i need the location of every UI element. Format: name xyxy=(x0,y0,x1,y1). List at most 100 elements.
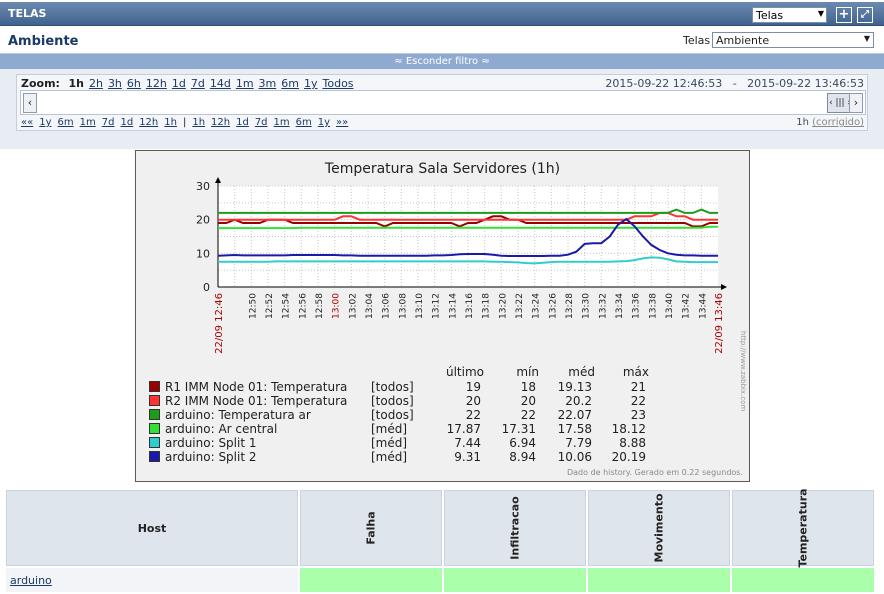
y-tick-label: 20 xyxy=(196,214,210,227)
legend-item-function: [méd] xyxy=(371,450,408,464)
y-tick-label: 10 xyxy=(196,247,210,260)
nav-back-option[interactable]: 1h xyxy=(164,117,177,128)
nav-back-option[interactable]: 7d xyxy=(102,117,115,128)
screens-title: TELAS xyxy=(8,7,47,20)
nav-back-option[interactable]: 1m xyxy=(80,117,96,128)
fixed-period-link[interactable]: (corrigido) xyxy=(812,117,864,128)
scroll-left-icon[interactable]: ‹ xyxy=(23,93,37,113)
filter-toggle[interactable]: ≈ Esconder filtro ≈ xyxy=(0,54,884,69)
legend-item-name: arduino: Split 2 xyxy=(165,450,257,464)
zoom-option[interactable]: 1d xyxy=(172,77,186,90)
scroll-right-icon[interactable]: › xyxy=(849,93,863,113)
zoom-option[interactable]: 14d xyxy=(210,77,231,90)
nav-back-option[interactable]: 1d xyxy=(120,117,133,128)
zoom-option[interactable]: 2h xyxy=(89,77,103,90)
filter-toggle-label: Esconder filtro xyxy=(405,56,479,67)
column-header: Movimento xyxy=(588,490,730,566)
status-cell-ok[interactable] xyxy=(300,568,442,592)
nav-forward-option[interactable]: 1h xyxy=(192,117,205,128)
nav-back-option[interactable]: «« xyxy=(21,117,33,128)
x-tick-label: 12:52 xyxy=(265,293,275,319)
x-tick-label: 12:50 xyxy=(248,293,258,319)
nav-back-option[interactable]: 6m xyxy=(58,117,74,128)
nav-separator: | xyxy=(182,117,187,128)
column-header: Temperatura xyxy=(732,488,874,568)
graph-panel: 0 10 20 30 12:50 12:52 12:54 12:56 12:58 13:00 13:… xyxy=(135,150,750,482)
chevron-down-icon: ▼ xyxy=(817,9,824,18)
screens-header: TELAS Telas ▼ + ⤢ xyxy=(0,2,884,26)
x-tick-label: 13:22 xyxy=(515,293,525,319)
x-tick-label: 13:42 xyxy=(682,293,692,319)
nav-forward-option[interactable]: 7d xyxy=(255,117,268,128)
legend-item-name: arduino: Temperatura ar xyxy=(165,408,311,422)
zoom-label: Zoom: xyxy=(21,77,60,90)
nav-back-option[interactable]: 1y xyxy=(39,117,51,128)
legend-value-last: 17.87 xyxy=(446,422,481,436)
nav-forward-option[interactable]: 6m xyxy=(296,117,312,128)
legend-item: arduino: Split 2 [méd] 9.31 8.94 10.06 20.19 xyxy=(149,450,649,464)
legend-swatch xyxy=(149,409,160,420)
zoom-option[interactable]: 1m xyxy=(236,77,254,90)
legend-value-min: 20 xyxy=(520,394,536,408)
host-cell: arduino xyxy=(6,568,298,592)
zoom-option[interactable]: 6h xyxy=(127,77,141,90)
status-cell-ok[interactable] xyxy=(732,568,874,592)
zoom-option[interactable]: 1y xyxy=(304,77,318,90)
x-tick-label: 13:24 xyxy=(532,293,542,319)
graph-title: Temperatura Sala Servidores (1h) xyxy=(324,161,561,177)
legend-item-function: [todos] xyxy=(371,394,414,408)
x-tick-label: 13:02 xyxy=(348,293,358,319)
status-cell-ok[interactable] xyxy=(444,568,586,592)
zoom-option[interactable]: 6m xyxy=(281,77,299,90)
fullscreen-icon[interactable]: ⤢ xyxy=(857,7,873,23)
double-chevron-up-icon: ≈ xyxy=(478,56,490,67)
zoom-option[interactable]: 7d xyxy=(191,77,205,90)
plus-icon[interactable]: + xyxy=(836,7,852,23)
nav-back-option[interactable]: 12h xyxy=(139,117,158,128)
x-tick-label: 13:34 xyxy=(615,293,625,319)
nav-forward-option[interactable]: »» xyxy=(336,117,348,128)
column-header: Infiltracao xyxy=(444,490,586,566)
zoom-option[interactable]: 1h xyxy=(68,77,84,90)
legend-value-avg: 10.06 xyxy=(557,450,592,464)
x-tick-label: 13:38 xyxy=(648,293,658,319)
legend-value-min: 6.94 xyxy=(509,436,536,450)
legend-value-last: 7.44 xyxy=(454,436,481,450)
legend-item-function: [méd] xyxy=(371,436,408,450)
period-info: 1h (corrigido) xyxy=(796,117,864,128)
zoom-option[interactable]: 12h xyxy=(146,77,167,90)
status-cell-ok[interactable] xyxy=(588,568,730,592)
legend-value-min: 17.31 xyxy=(501,422,536,436)
nav-forward-option[interactable]: 12h xyxy=(211,117,230,128)
x-tick-label: 13:06 xyxy=(382,293,392,319)
x-tick-label: 13:04 xyxy=(365,293,375,319)
legend-value-avg: 7.79 xyxy=(565,436,592,450)
table-header-row: Host Falha Infiltracao Movimento Tempera… xyxy=(6,488,874,568)
legend-item-name: arduino: Ar central xyxy=(165,422,278,436)
nav-forward-option[interactable]: 1y xyxy=(318,117,330,128)
time-scrollbar[interactable]: ‹ ‹ ||| › › xyxy=(20,90,866,115)
screens-select[interactable]: Telas ▼ xyxy=(752,7,827,23)
x-tick-label: 13:12 xyxy=(432,293,442,319)
hosts-status-table: Host Falha Infiltracao Movimento Tempera… xyxy=(4,488,876,594)
legend-value-last: 20 xyxy=(465,394,481,408)
host-column-header: Host xyxy=(6,490,298,566)
legend-swatch xyxy=(149,395,160,406)
screens-select-value: Telas xyxy=(756,9,784,22)
legend-item: arduino: Ar central [méd] 17.87 17.31 17.58 1… xyxy=(149,422,649,436)
zoom-option[interactable]: 3m xyxy=(259,77,277,90)
host-link[interactable]: arduino xyxy=(10,574,52,587)
screen-select-label: Telas xyxy=(683,34,711,47)
double-chevron-up-icon: ≈ xyxy=(394,56,406,67)
legend-item: R2 IMM Node 01: Temperatura [todos] 20 20 20… xyxy=(149,394,649,408)
zoom-option[interactable]: Todos xyxy=(323,77,354,90)
legend-value-last: 9.31 xyxy=(454,450,481,464)
nav-forward-option[interactable]: 1m xyxy=(274,117,290,128)
legend-value-max: 20.19 xyxy=(611,450,646,464)
legend-item-name: R2 IMM Node 01: Temperatura xyxy=(165,394,348,408)
zoom-option[interactable]: 3h xyxy=(108,77,122,90)
nav-forward-option[interactable]: 1d xyxy=(236,117,249,128)
period-value: 1h xyxy=(796,117,809,128)
screen-name: Ambiente xyxy=(8,34,79,49)
screen-select[interactable]: Ambiente ▼ xyxy=(712,32,874,48)
